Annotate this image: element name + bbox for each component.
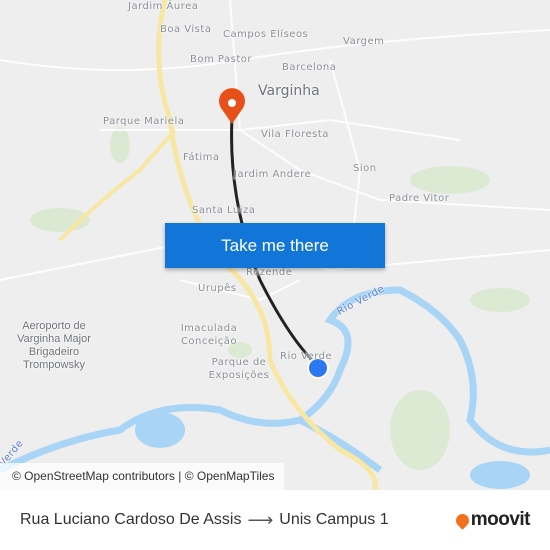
- map-label: Campos Elíseos: [223, 29, 309, 40]
- arrow-right-icon: ⟶: [247, 509, 274, 530]
- destination-name: Unis Campus 1: [279, 511, 389, 528]
- map-label: Boa Vista: [160, 24, 212, 35]
- take-me-there-button[interactable]: Take me there: [165, 223, 385, 268]
- map-label: Santa Luiza: [192, 205, 256, 216]
- map-label: Rezende: [246, 267, 293, 278]
- map-label: Fátima: [183, 152, 220, 163]
- map-label: Sion: [353, 163, 377, 174]
- map-label: Rio Verde: [280, 351, 333, 362]
- map-label: Parque Mariela: [103, 116, 185, 127]
- map-label: Padre Vitor: [389, 193, 450, 204]
- map-label: Barcelona: [282, 62, 337, 73]
- origin-name: Rua Luciano Cardoso De Assis: [20, 511, 242, 528]
- origin-marker: [219, 88, 245, 124]
- park: [110, 127, 130, 163]
- airport-label: Aeroporto de Varginha Major Brigadeiro T…: [17, 320, 91, 371]
- map-label: Imaculada Conceição: [180, 323, 238, 347]
- map-attribution[interactable]: © OpenStreetMap contributors | © OpenMap…: [0, 463, 285, 490]
- brand-name: moovit: [470, 509, 531, 530]
- route-footer: Rua Luciano Cardoso De Assis ⟶ Unis Camp…: [0, 490, 550, 550]
- map-label: Jardim Áurea: [128, 1, 199, 12]
- map-label-city: Varginha: [258, 83, 320, 99]
- map-label: Parque de Exposições: [208, 357, 270, 381]
- map-label: Vargem: [343, 36, 385, 47]
- map-label: Urupês: [198, 283, 237, 294]
- map[interactable]: Jardim Áurea Boa Vista Campos Elíseos Va…: [0, 0, 550, 490]
- moovit-logo: moovit: [453, 509, 531, 531]
- map-label: Vila Floresta: [261, 129, 329, 140]
- moovit-pin-icon: [453, 510, 472, 530]
- map-label: Jardim Andere: [234, 169, 312, 180]
- map-label: Bom Pastor: [190, 54, 252, 65]
